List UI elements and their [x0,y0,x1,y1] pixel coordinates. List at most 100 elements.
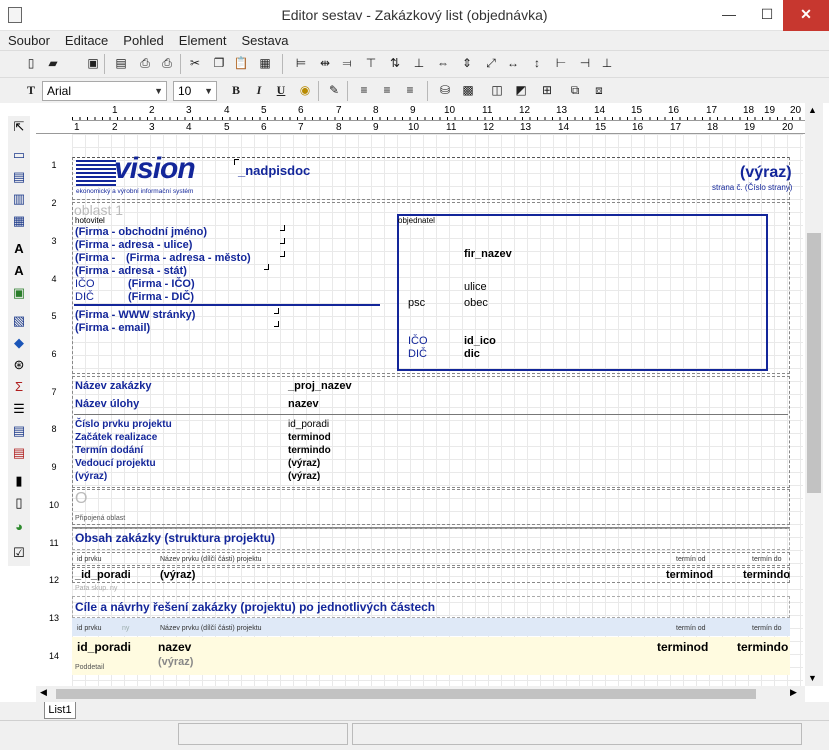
scroll-down-icon[interactable]: ▼ [808,673,817,683]
section1-terminod[interactable]: terminod [666,569,713,581]
address-separator-line[interactable] [74,304,380,306]
proj-nazev-field[interactable]: _proj_nazev [288,380,352,392]
section1-vyraz[interactable]: (výraz) [160,569,195,581]
supplier-city-a-field[interactable]: (Firma - [75,252,115,264]
db-image-tool-icon[interactable]: ▧ [10,312,28,330]
barcode-tool-icon[interactable]: ▮ [10,472,28,490]
detail-band-tool-icon[interactable]: ▥ [10,190,28,208]
customer-street-field[interactable]: ulice [464,281,487,293]
underline-button[interactable]: U [272,81,290,99]
align-center-h-icon[interactable]: ⇹ [316,54,334,72]
vertical-scroll-thumb[interactable] [807,233,821,493]
vertical-scrollbar[interactable]: ▲ ▼ [805,103,823,686]
center-horizontally-icon[interactable]: ⊢ [552,54,570,72]
zoom-object-icon[interactable]: ◩ [512,81,530,99]
field-tool-icon[interactable]: A [10,262,28,280]
print-preview-icon[interactable]: ▤ [112,54,130,72]
customer-dic-field[interactable]: dic [464,348,480,360]
print-setup-icon[interactable]: ⎙ [136,54,154,72]
close-button[interactable]: ✕ [783,0,829,31]
scroll-up-icon[interactable]: ▲ [808,105,817,115]
minimize-button[interactable]: — [711,0,747,31]
rich-text-tool-icon[interactable]: ▤ [10,422,28,440]
value-termindo[interactable]: termindo [288,445,331,456]
section1-id-poradi[interactable]: _id_poradi [75,569,131,581]
text-align-left-icon[interactable]: ≡ [355,81,373,99]
cut-icon[interactable]: ✂ [186,54,204,72]
supplier-street-field[interactable]: (Firma - adresa - ulice) [75,239,192,251]
paste-icon[interactable]: 📋 [232,54,250,72]
label-tool-icon[interactable]: A [10,240,28,258]
menu-sestava[interactable]: Sestava [233,31,295,48]
maximize-button[interactable]: ☐ [749,0,785,31]
supplier-email-field[interactable]: (Firma - email) [75,322,150,334]
supplier-web-field[interactable]: (Firma - WWW stránky) [75,309,195,321]
attached-region-band[interactable] [72,489,790,525]
report-design-canvas[interactable]: vision ekonomický a výrobní informační s… [72,134,803,686]
save-icon[interactable]: ▣ [84,54,102,72]
distribute-icon[interactable]: ⊥ [598,54,616,72]
menu-element[interactable]: Element [171,31,234,48]
nadpisdoc-field[interactable]: _nadpisdoc [238,163,310,178]
grid-icon[interactable]: ⊞ [538,81,556,99]
font-size-select[interactable]: 10 ▼ [173,81,217,101]
header-expression-field[interactable]: (výraz) [740,164,792,182]
data-source-icon[interactable]: ▩ [459,81,477,99]
supplier-ico-field[interactable]: (Firma - IČO) [128,278,195,290]
same-height-icon[interactable]: ⇕ [458,54,476,72]
paste-special-icon[interactable]: ▦ [256,54,274,72]
section1-termindo[interactable]: termindo [743,569,790,581]
system-var-tool-icon[interactable]: ⊛ [10,356,28,374]
customer-ico-field[interactable]: id_ico [464,335,496,347]
value-id-poradi[interactable]: id_poradi [288,419,329,430]
sheet-tab-list1[interactable]: List1 [44,702,76,719]
align-left-icon[interactable]: ⊨ [292,54,310,72]
group-band-tool-icon[interactable]: ▤ [10,168,28,186]
section2-vyraz[interactable]: (výraz) [158,656,193,668]
copy-icon[interactable]: ❐ [210,54,228,72]
scroll-left-icon[interactable]: ◀ [40,687,47,698]
customer-psc-field[interactable]: psc [408,297,425,309]
menu-editace[interactable]: Editace [57,31,115,48]
same-width-icon[interactable]: ⇔ [434,54,452,72]
align-bottom-icon[interactable]: ⊥ [410,54,428,72]
properties-icon[interactable]: ✎ [325,81,343,99]
section2-termindo[interactable]: termindo [737,640,788,654]
print-icon[interactable]: ⎙ [158,54,176,72]
horizontal-scrollbar[interactable]: ◀ ▶ [36,686,805,702]
align-middle-icon[interactable]: ⇅ [386,54,404,72]
customer-frame[interactable] [397,214,768,371]
menu-pohled[interactable]: Pohled [115,31,170,48]
layers-icon[interactable]: ◫ [488,81,506,99]
center-vertically-icon[interactable]: ⊣ [576,54,594,72]
color-palette-icon[interactable]: ◉ [296,81,314,99]
text-align-center-icon[interactable]: ≡ [378,81,396,99]
supplier-state-field[interactable]: (Firma - adresa - stát) [75,265,187,277]
menu-soubor[interactable]: Soubor [0,31,57,48]
ungroup-icon[interactable]: ⧈ [590,81,608,99]
supplier-dic-field[interactable]: (Firma - DIČ) [128,291,194,303]
open-folder-icon[interactable]: ▰ [44,54,62,72]
same-size-icon[interactable]: ⤢ [482,54,500,72]
db-rich-text-tool-icon[interactable]: ▤ [10,444,28,462]
chart-tool-icon[interactable]: ◕ [10,518,28,536]
value-terminod[interactable]: terminod [288,432,331,443]
value-vedouci[interactable]: (výraz) [288,458,320,469]
bold-button[interactable]: B [227,81,245,99]
checkbox-tool-icon[interactable]: ☑ [10,544,28,562]
section2-id-poradi[interactable]: id_poradi [77,640,131,654]
shape-tool-icon[interactable]: ◆ [10,334,28,352]
company-logo[interactable]: vision ekonomický a výrobní informační s… [74,152,214,198]
new-document-icon[interactable]: ▯ [22,54,40,72]
subreport-tool-icon[interactable]: ▦ [10,212,28,230]
calc-tool-icon[interactable]: Σ [10,378,28,396]
memo-tool-icon[interactable]: ☰ [10,400,28,418]
section2-nazev[interactable]: nazev [158,640,191,654]
db-barcode-tool-icon[interactable]: ▯ [10,494,28,512]
section2-terminod[interactable]: terminod [657,640,708,654]
order-info-band[interactable] [72,376,790,488]
text-align-right-icon[interactable]: ≡ [401,81,419,99]
horizontal-scroll-thumb[interactable] [56,689,756,699]
space-vertical-icon[interactable]: ↕ [528,54,546,72]
value-vyraz[interactable]: (výraz) [288,471,320,482]
